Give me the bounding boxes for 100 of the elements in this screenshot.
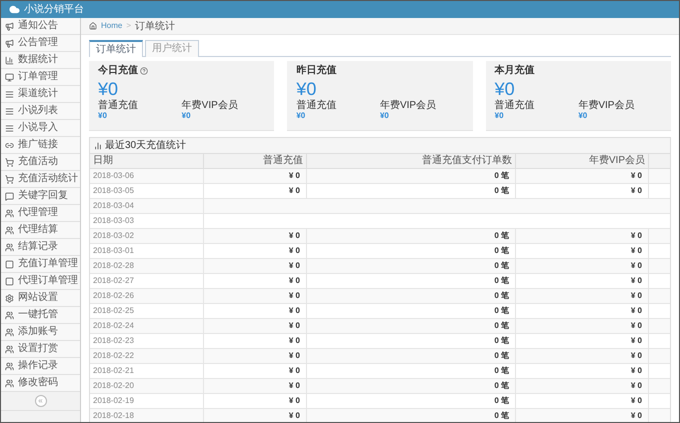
speech-bubble-icon — [5, 192, 14, 200]
table-cell: ¥ 0 — [516, 184, 649, 199]
sidebar-item[interactable]: 小说列表 — [1, 103, 80, 120]
table-cell: 0 笔 — [307, 184, 516, 199]
table-cell: ¥ 0 — [516, 259, 649, 274]
date-cell: 2018-02-20 — [90, 379, 204, 394]
table-cell: ¥ 0 — [204, 229, 307, 244]
stat-label: 年费VIP会员 — [578, 100, 636, 111]
table-cell: ¥ 0 — [204, 379, 307, 394]
date-cell: 2018-03-04 — [90, 199, 204, 214]
column-header: 普通充值 — [204, 154, 307, 169]
table-cell: 0 笔 — [307, 364, 516, 379]
stat-value: ¥0 — [578, 111, 588, 121]
card-amount: ¥0 — [98, 78, 120, 100]
table-cell: 0 笔 — [307, 394, 516, 409]
sidebar-item[interactable]: 通知公告 — [1, 18, 80, 35]
tab[interactable]: 订单统计 — [89, 40, 143, 57]
date-cell: 2018-02-22 — [90, 349, 204, 364]
date-cell: 2018-02-25 — [90, 304, 204, 319]
users-icon — [5, 310, 14, 320]
sidebar-item[interactable]: 小说导入 — [1, 120, 80, 137]
users-icon — [5, 378, 14, 388]
table-cell: 0 笔 — [307, 169, 516, 184]
card-title: 本月充值 — [494, 66, 535, 76]
stat-label: 年费VIP会员 — [380, 100, 438, 111]
table-cell: ¥ 0 — [204, 304, 307, 319]
sidebar-item[interactable]: 设置打赏 — [1, 341, 80, 358]
date-cell: 2018-02-26 — [90, 289, 204, 304]
column-header: 年费VIP会员 — [516, 154, 649, 169]
sidebar-item[interactable]: 关键字回复 — [1, 188, 80, 205]
sidebar-item[interactable]: 网站设置 — [1, 290, 80, 307]
date-cell: 2018-02-28 — [90, 259, 204, 274]
gear-icon — [5, 294, 14, 302]
table-cell: 0 笔 — [307, 409, 516, 422]
cart-icon — [5, 158, 14, 166]
sidebar-item[interactable]: 渠道统计 — [1, 86, 80, 103]
megaphone-icon — [5, 38, 14, 48]
table-cell: ¥ 0 — [516, 409, 649, 422]
users-icon — [5, 226, 14, 234]
monitor-icon — [5, 72, 14, 82]
date-cell: 2018-02-27 — [90, 274, 204, 289]
table-title: 最近30天充值统计 — [105, 140, 186, 150]
table-cell: ¥ 0 — [516, 229, 649, 244]
sidebar-item[interactable]: 修改密码 — [1, 375, 80, 392]
sidebar-item[interactable]: 添加账号 — [1, 324, 80, 341]
table-cell: ¥ 0 — [204, 184, 307, 199]
table-cell: ¥ 0 — [204, 334, 307, 349]
link-icon — [5, 140, 14, 150]
table-cell: ¥ 0 — [516, 394, 649, 409]
lines-icon — [5, 90, 14, 98]
date-cell: 2018-02-21 — [90, 364, 204, 379]
stat-value: ¥0 — [380, 111, 390, 121]
table-cell: ¥ 0 — [204, 394, 307, 409]
stat-value: ¥0 — [296, 111, 306, 121]
table-cell: 0 笔 — [307, 259, 516, 274]
sidebar-item[interactable]: 推广链接 — [1, 137, 80, 154]
table-cell: 0 笔 — [307, 379, 516, 394]
home-icon — [89, 22, 97, 30]
table-cell: ¥ 0 — [204, 244, 307, 259]
card-title: 今日充值 — [98, 66, 138, 76]
table-cell: 0 笔 — [307, 304, 516, 319]
app-title: 小说分销平台 — [24, 4, 84, 14]
sidebar-item[interactable]: 公告管理 — [1, 35, 80, 52]
sidebar-item[interactable]: 充值订单管理 — [1, 256, 80, 273]
date-cell: 2018-03-02 — [90, 229, 204, 244]
sidebar-item[interactable]: 一键托管 — [1, 307, 80, 324]
stat-value: ¥0 — [98, 111, 108, 121]
stat-value: ¥0 — [494, 111, 505, 121]
table-cell: ¥ 0 — [204, 259, 307, 274]
cloud-icon — [9, 4, 20, 15]
sidebar-item[interactable]: 代理订单管理 — [1, 273, 80, 290]
sidebar-item[interactable]: 订单管理 — [1, 69, 80, 86]
date-cell: 2018-02-24 — [90, 319, 204, 334]
card-amount: ¥0 — [494, 78, 516, 100]
date-cell: 2018-03-06 — [90, 169, 204, 184]
sidebar-item[interactable]: 充值活动统计 — [1, 171, 80, 188]
megaphone-icon — [5, 22, 14, 30]
users-icon — [5, 208, 14, 218]
stat-value: ¥0 — [182, 111, 192, 121]
table-cell: 0 笔 — [307, 229, 516, 244]
users-icon — [5, 344, 14, 354]
date-cell: 2018-03-05 — [90, 184, 204, 199]
column-header: 普通充值支付订单数 — [307, 154, 516, 169]
chart-icon — [94, 142, 102, 150]
table-cell: ¥ 0 — [516, 379, 649, 394]
table-cell: ¥ 0 — [516, 319, 649, 334]
table-cell: 0 笔 — [307, 319, 516, 334]
lines-icon — [5, 106, 14, 116]
table-cell: ¥ 0 — [204, 349, 307, 364]
sidebar-item[interactable]: 数据统计 — [1, 52, 80, 69]
sidebar-item[interactable]: 代理结算 — [1, 222, 80, 239]
table-cell: ¥ 0 — [204, 274, 307, 289]
sidebar-item[interactable]: 操作记录 — [1, 358, 80, 375]
sidebar-item[interactable]: 充值活动 — [1, 154, 80, 171]
table-cell: ¥ 0 — [516, 349, 649, 364]
sidebar-item[interactable]: 代理管理 — [1, 205, 80, 222]
sidebar-item[interactable]: 结算记录 — [1, 239, 80, 256]
users-icon — [5, 362, 14, 370]
stat-label: 普通充值 — [296, 100, 338, 111]
table-cell: 0 笔 — [307, 289, 516, 304]
